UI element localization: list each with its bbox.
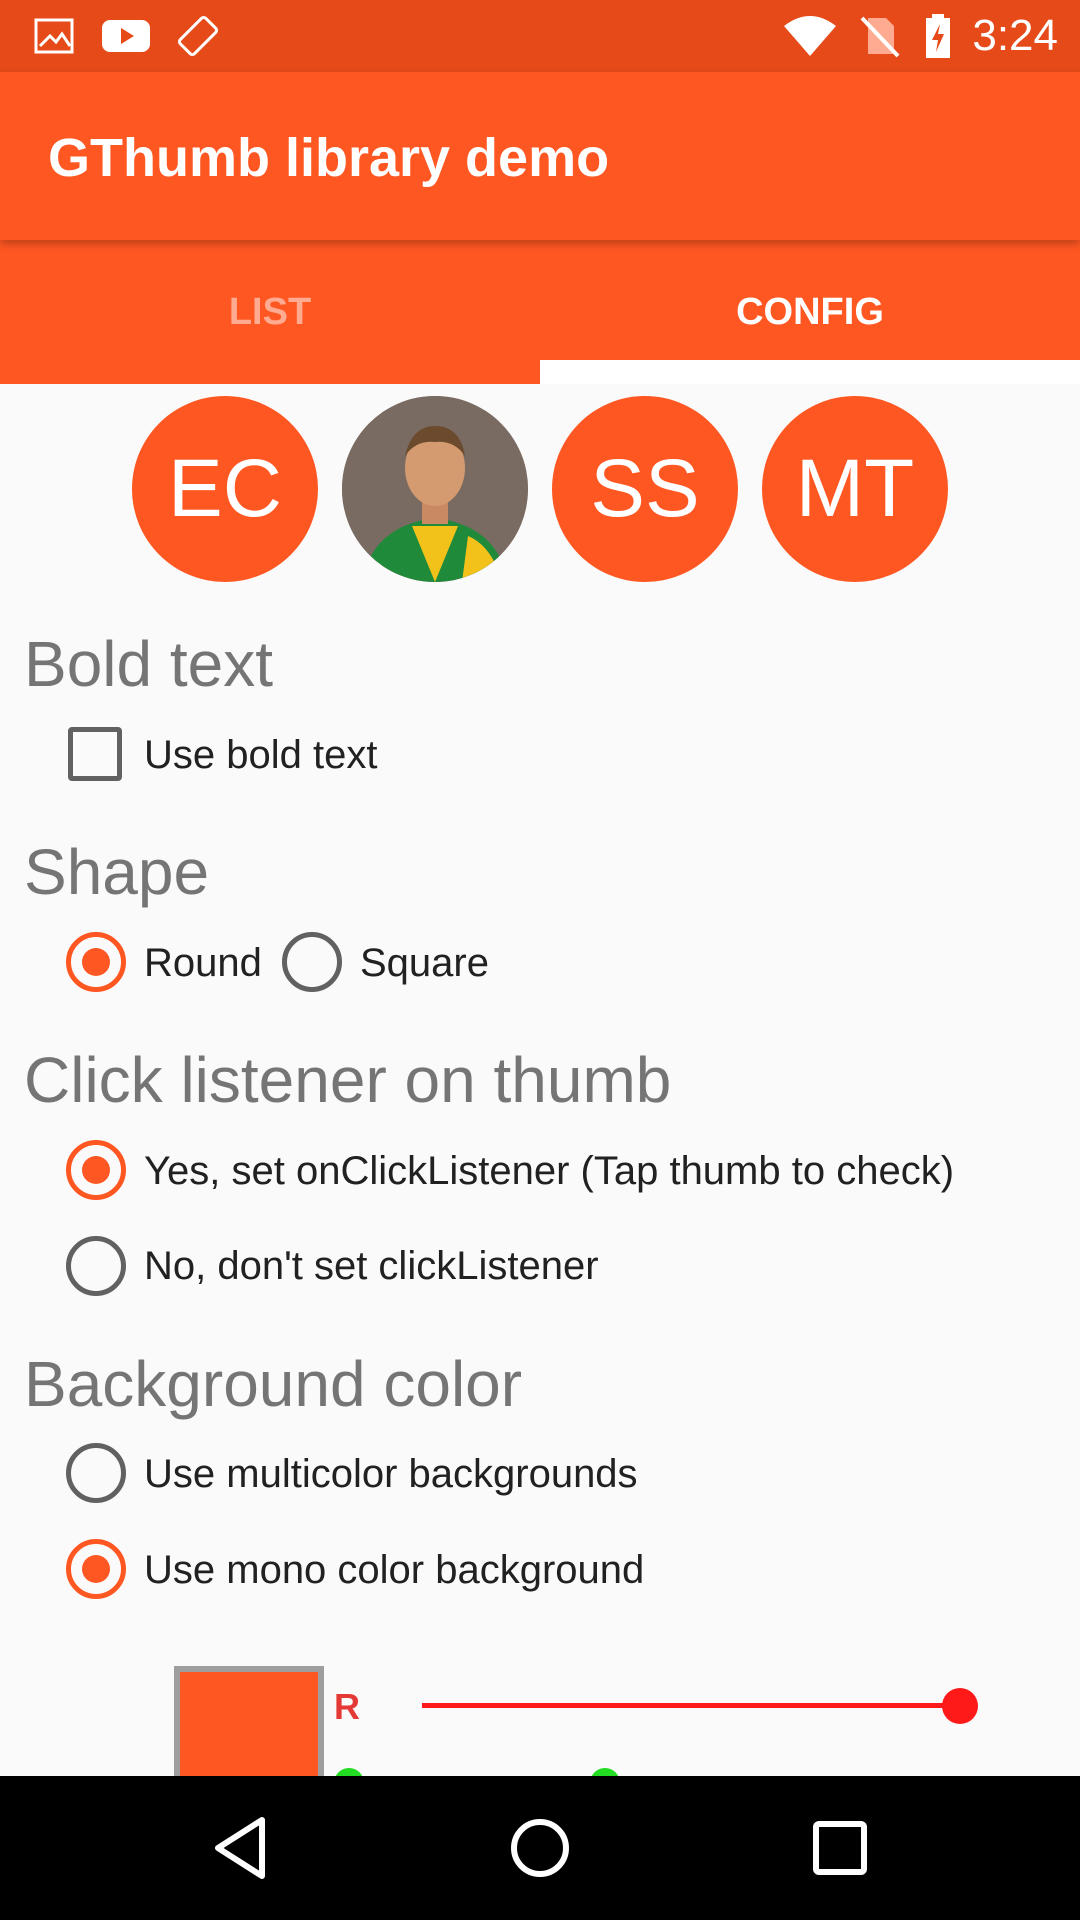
screen-rotation-icon [177,15,219,57]
thumb-ec[interactable]: EC [132,396,318,582]
thumb-photo[interactable] [342,396,528,582]
section-title-shape: Shape [24,836,210,908]
status-bar: 3:24 [0,0,1080,72]
bold-text-label[interactable]: Use bold text [144,731,377,779]
status-time: 3:24 [972,11,1058,60]
wifi-icon [784,16,836,56]
recents-icon[interactable] [800,1808,880,1888]
bg-multicolor-label[interactable]: Use multicolor backgrounds [144,1450,638,1498]
tab-list[interactable]: LIST [0,240,540,384]
section-title-bold-text: Bold text [24,628,274,700]
app-title: GThumb library demo [48,128,610,188]
bold-text-checkbox[interactable] [68,727,122,781]
red-channel-label: R [334,1686,360,1727]
app-bar: GThumb library demo [0,72,1080,240]
bg-mono-label[interactable]: Use mono color background [144,1546,644,1594]
shape-round-radio[interactable] [66,932,126,992]
click-listener-no-label[interactable]: No, don't set clickListener [144,1242,599,1290]
shape-square-radio[interactable] [282,932,342,992]
no-sim-icon [860,16,900,58]
bg-multicolor-radio[interactable] [66,1443,126,1503]
color-preview [174,1666,324,1786]
tab-bar: LIST CONFIG [0,240,1080,384]
red-slider-thumb[interactable] [942,1688,978,1724]
shape-square-label[interactable]: Square [360,939,489,987]
thumb-ss[interactable]: SS [552,396,738,582]
home-icon[interactable] [500,1808,580,1888]
tab-indicator [540,360,1080,384]
click-listener-yes-radio[interactable] [66,1140,126,1200]
navigation-bar [0,1776,1080,1920]
person-photo-icon [342,396,528,582]
click-listener-no-radio[interactable] [66,1236,126,1296]
thumb-mt[interactable]: MT [762,396,948,582]
battery-charging-icon [926,14,950,58]
bg-mono-radio[interactable] [66,1539,126,1599]
image-icon [34,18,74,54]
back-icon[interactable] [200,1808,280,1888]
shape-round-label[interactable]: Round [144,939,262,987]
click-listener-yes-label[interactable]: Yes, set onClickListener (Tap thumb to c… [144,1147,954,1195]
youtube-icon [102,20,150,52]
section-title-background-color: Background color [24,1348,523,1420]
section-title-click-listener: Click listener on thumb [24,1044,672,1116]
red-slider-track[interactable] [422,1703,962,1708]
